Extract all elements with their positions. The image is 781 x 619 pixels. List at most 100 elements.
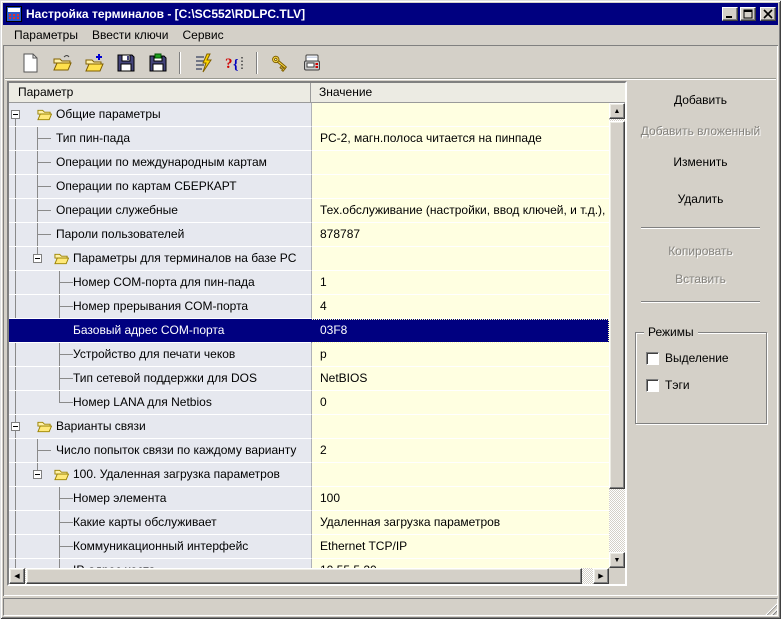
parameter-cell[interactable]: Операции по международным картам — [9, 151, 311, 175]
paste-button[interactable]: Вставить — [637, 267, 764, 291]
table-row[interactable]: Номер COM-порта для пин-пада 1 — [9, 271, 609, 295]
value-cell[interactable]: PC-2, магн.полоса читается на пинпаде — [311, 127, 609, 151]
collapse-minus-box[interactable] — [11, 110, 20, 119]
value-cell[interactable]: 2 — [311, 439, 609, 463]
scroll-down-button[interactable]: ▼ — [609, 552, 625, 568]
resize-grip[interactable] — [764, 602, 777, 615]
value-cell[interactable]: NetBIOS — [311, 367, 609, 391]
parameter-cell[interactable]: Тип сетевой поддержки для DOS — [9, 367, 311, 391]
table-row[interactable]: Параметры для терминалов на базе PC — [9, 247, 609, 271]
table-row[interactable]: Варианты связи — [9, 415, 609, 439]
table-row[interactable]: Операции служебные Тех.обслуживание (наст… — [9, 199, 609, 223]
column-header-value[interactable]: Значение — [311, 83, 625, 102]
tags-checkbox-row[interactable]: Тэги — [646, 378, 690, 392]
table-row[interactable]: Номер элемента 100 — [9, 487, 609, 511]
collapse-minus-box[interactable] — [11, 422, 20, 431]
value-cell[interactable]: 03F8 — [311, 319, 609, 343]
parameter-cell[interactable]: Номер LANA для Netbios — [9, 391, 311, 415]
table-row[interactable]: Операции по картам СБЕРКАРТ — [9, 175, 609, 199]
table-row[interactable]: Число попыток связи по каждому варианту 2 — [9, 439, 609, 463]
open-file-button[interactable] — [47, 50, 76, 76]
maximize-button[interactable] — [740, 7, 756, 21]
parameter-cell[interactable]: Параметры для терминалов на базе PC — [9, 247, 311, 271]
value-cell[interactable]: Тех.обслуживание (настройки, ввод ключей… — [311, 199, 609, 223]
value-cell[interactable] — [311, 247, 609, 271]
save-button[interactable] — [111, 50, 140, 76]
table-row[interactable]: Операции по международным картам — [9, 151, 609, 175]
parameter-cell[interactable]: Коммуникационный интерфейс — [9, 535, 311, 559]
scroll-up-button[interactable]: ▲ — [609, 103, 625, 119]
table-row[interactable]: Устройство для печати чеков p — [9, 343, 609, 367]
parameter-cell[interactable]: Устройство для печати чеков — [9, 343, 311, 367]
table-row[interactable]: Номер прерывания COM-порта 4 — [9, 295, 609, 319]
parameter-cell[interactable]: Какие карты обслуживает — [9, 511, 311, 535]
value-cell[interactable]: 1 — [311, 271, 609, 295]
value-cell[interactable]: 100 — [311, 487, 609, 511]
vertical-scroll-thumb[interactable] — [609, 121, 625, 489]
vertical-scroll-track[interactable] — [609, 119, 625, 552]
parameter-cell[interactable]: Пароли пользователей — [9, 223, 311, 247]
horizontal-scroll-track[interactable] — [25, 568, 593, 584]
table-row[interactable]: Пароли пользователей 878787 — [9, 223, 609, 247]
save-as-button[interactable] — [143, 50, 172, 76]
keys-button[interactable] — [265, 50, 294, 76]
parameter-cell[interactable]: Число попыток связи по каждому варианту — [9, 439, 311, 463]
scroll-right-button[interactable]: ▶ — [593, 568, 609, 584]
parameter-cell[interactable]: Номер элемента — [9, 487, 311, 511]
parameter-cell[interactable]: Общие параметры — [9, 103, 311, 127]
parameter-cell[interactable]: IP-адрес хоста — [9, 559, 311, 568]
tags-checkbox[interactable] — [646, 378, 659, 392]
column-header-parameter[interactable]: Параметр — [9, 83, 311, 102]
table-row[interactable]: Тип пин-пада PC-2, магн.полоса читается н… — [9, 127, 609, 151]
check-parameters-button[interactable] — [188, 50, 217, 76]
menu-parameters[interactable]: Параметры — [7, 26, 85, 44]
value-cell[interactable]: Удаленная загрузка параметров — [311, 511, 609, 535]
value-cell[interactable]: 10.55.5.20 — [311, 559, 609, 568]
value-cell[interactable]: p — [311, 343, 609, 367]
parameter-cell[interactable]: 100. Удаленная загрузка параметров — [9, 463, 311, 487]
table-row[interactable]: Коммуникационный интерфейс Ethernet TCP/I… — [9, 535, 609, 559]
vertical-scrollbar[interactable]: ▲ ▼ — [609, 103, 625, 568]
edit-button[interactable]: Изменить — [637, 150, 764, 174]
delete-button[interactable]: Удалить — [637, 187, 764, 211]
collapse-minus-box[interactable] — [33, 470, 42, 479]
parameter-cell[interactable]: Операции по картам СБЕРКАРТ — [9, 175, 311, 199]
help-syntax-button[interactable]: ? { — [220, 50, 249, 76]
menu-service[interactable]: Сервис — [176, 26, 231, 44]
add-nested-button[interactable]: Добавить вложенный — [637, 119, 764, 143]
parameter-cell[interactable]: Базовый адрес COM-порта — [9, 319, 311, 343]
value-cell[interactable]: 0 — [311, 391, 609, 415]
value-cell[interactable] — [311, 175, 609, 199]
terminal-device-button[interactable] — [297, 50, 326, 76]
table-row[interactable]: 100. Удаленная загрузка параметров — [9, 463, 609, 487]
table-row[interactable]: Общие параметры — [9, 103, 609, 127]
value-cell[interactable] — [311, 415, 609, 439]
add-button[interactable]: Добавить — [637, 88, 764, 112]
close-button[interactable] — [760, 7, 776, 21]
scroll-left-button[interactable]: ◀ — [9, 568, 25, 584]
menu-enter-keys[interactable]: Ввести ключи — [85, 26, 176, 44]
new-document-button[interactable] — [15, 50, 44, 76]
collapse-minus-box[interactable] — [33, 254, 42, 263]
horizontal-scroll-thumb[interactable] — [26, 568, 582, 584]
value-cell[interactable] — [311, 151, 609, 175]
parameter-cell[interactable]: Варианты связи — [9, 415, 311, 439]
minimize-button[interactable] — [722, 7, 738, 21]
table-row[interactable]: Номер LANA для Netbios 0 — [9, 391, 609, 415]
table-row[interactable]: Какие карты обслуживает Удаленная загрузк… — [9, 511, 609, 535]
parameter-cell[interactable]: Номер COM-порта для пин-пада — [9, 271, 311, 295]
value-cell[interactable]: Ethernet TCP/IP — [311, 535, 609, 559]
copy-button[interactable]: Копировать — [637, 239, 764, 263]
value-cell[interactable]: 878787 — [311, 223, 609, 247]
value-cell[interactable] — [311, 463, 609, 487]
highlight-checkbox[interactable] — [646, 351, 659, 365]
table-row[interactable]: Базовый адрес COM-порта 03F8 — [9, 319, 609, 343]
value-cell[interactable]: 4 — [311, 295, 609, 319]
highlight-checkbox-row[interactable]: Выделение — [646, 351, 729, 365]
parameter-cell[interactable]: Операции служебные — [9, 199, 311, 223]
open-file-add-button[interactable] — [79, 50, 108, 76]
table-row[interactable]: IP-адрес хоста 10.55.5.20 — [9, 559, 609, 568]
parameter-cell[interactable]: Номер прерывания COM-порта — [9, 295, 311, 319]
table-row[interactable]: Тип сетевой поддержки для DOS NetBIOS — [9, 367, 609, 391]
value-cell[interactable] — [311, 103, 609, 127]
